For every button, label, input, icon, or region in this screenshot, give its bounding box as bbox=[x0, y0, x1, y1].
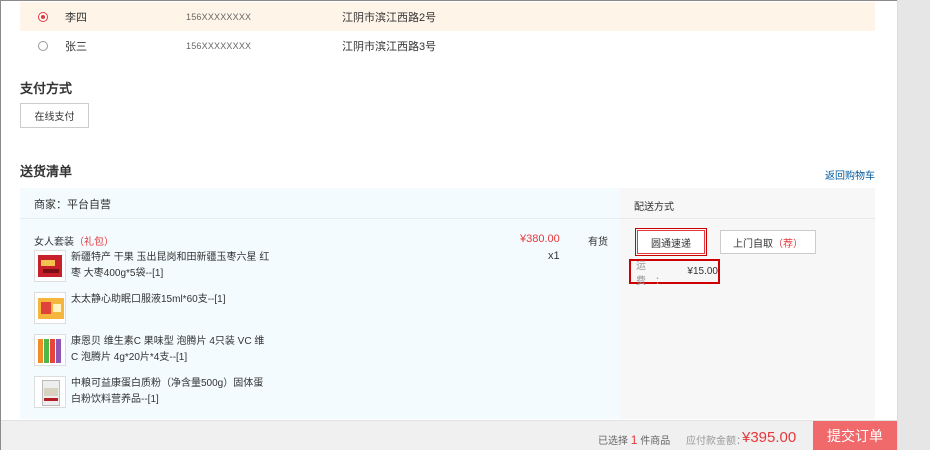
list-item: 太太静心助眠口服液15ml*60支--[1] bbox=[34, 292, 294, 324]
package-stock-status: 有货 bbox=[588, 237, 608, 248]
checkout-bar: 已选择 1 件商品 应付款金额： ¥395.00 提交订单 bbox=[1, 420, 897, 450]
list-item: 新疆特产 干果 玉出昆岗和田新疆玉枣六星 红枣 大枣400g*5袋--[1] bbox=[34, 250, 294, 282]
delivery-items-panel: 商家：平台自营 女人套装（礼包） ¥380.00 x1 有货 新疆特产 干果 玉… bbox=[20, 188, 620, 419]
address-phone: 156XXXXXXXX bbox=[186, 11, 252, 22]
payable-label: 应付款金额： bbox=[686, 436, 746, 447]
product-name[interactable]: 中粮可益康蛋白质粉（净含量500g）固体蛋白粉饮料营养品--[1] bbox=[71, 376, 271, 408]
merchant-label: 商家：平台自营 bbox=[34, 199, 111, 211]
package-name: 女人套装 bbox=[34, 237, 74, 248]
recommend-tag: （荐） bbox=[773, 238, 803, 250]
protein-can-icon[interactable] bbox=[34, 376, 66, 408]
list-item: 中粮可益康蛋白质粉（净含量500g）固体蛋白粉饮料营养品--[1] bbox=[34, 376, 294, 408]
submit-order-button[interactable]: 提交订单 bbox=[813, 421, 897, 450]
selected-prefix: 已选择 bbox=[598, 436, 628, 447]
shipping-method-title: 配送方式 bbox=[634, 202, 674, 213]
product-name[interactable]: 太太静心助眠口服液15ml*60支--[1] bbox=[71, 292, 271, 308]
address-row[interactable]: 李四 156XXXXXXXX 江阴市滨江西路2号 bbox=[20, 2, 875, 31]
selected-suffix: 件商品 bbox=[640, 436, 671, 447]
shipping-fee: 运费： ¥15.00 bbox=[629, 259, 720, 287]
address-phone: 156XXXXXXXX bbox=[186, 40, 252, 51]
express-shipping-option[interactable]: 圆通速递 bbox=[635, 228, 707, 256]
address-detail: 江阴市滨江西路3号 bbox=[342, 40, 437, 53]
divider bbox=[620, 218, 875, 219]
product-name[interactable]: 康恩贝 维生素C 果味型 泡腾片 4只装 VC 维C 泡腾片 4g*20片*4支… bbox=[71, 334, 271, 366]
package-tag: （礼包） bbox=[74, 237, 114, 248]
product-name[interactable]: 新疆特产 干果 玉出昆岗和田新疆玉枣六星 红枣 大枣400g*5袋--[1] bbox=[71, 250, 271, 282]
address-detail: 江阴市滨江西路2号 bbox=[342, 11, 437, 24]
selected-items-info: 已选择 1 件商品 bbox=[598, 432, 670, 447]
self-pickup-option[interactable]: 上门自取 （荐） bbox=[720, 230, 816, 254]
delivery-section-title: 送货清单 bbox=[20, 164, 73, 179]
package-title: 女人套装（礼包） bbox=[34, 233, 114, 248]
scrollbar[interactable] bbox=[897, 0, 930, 450]
divider bbox=[20, 218, 620, 219]
vitamin-tubes-icon[interactable] bbox=[34, 334, 66, 366]
address-row[interactable]: 张三 156XXXXXXXX 江阴市滨江西路3号 bbox=[20, 31, 875, 60]
oral-liquid-box-icon[interactable] bbox=[34, 292, 66, 324]
payment-section-title: 支付方式 bbox=[20, 81, 73, 96]
back-to-cart-link[interactable]: 返回购物车 bbox=[825, 167, 875, 182]
address-name: 张三 bbox=[65, 40, 87, 53]
online-payment-button[interactable]: 在线支付 bbox=[20, 103, 89, 128]
list-item: 康恩贝 维生素C 果味型 泡腾片 4只装 VC 维C 泡腾片 4g*20片*4支… bbox=[34, 334, 294, 366]
payable-total: ¥395.00 bbox=[742, 429, 797, 446]
dates-box-icon[interactable] bbox=[34, 250, 66, 282]
shipping-method-panel: 配送方式 圆通速递 上门自取 （荐） 运费： ¥15.00 bbox=[620, 188, 875, 419]
package-quantity: x1 bbox=[548, 250, 560, 262]
shipping-fee-label: 运费： bbox=[636, 260, 674, 287]
selected-count: 1 bbox=[630, 433, 638, 447]
self-pickup-label: 上门自取 bbox=[733, 238, 773, 250]
address-radio-selected[interactable] bbox=[38, 11, 48, 22]
address-radio[interactable] bbox=[38, 40, 48, 51]
address-name: 李四 bbox=[65, 11, 87, 24]
package-price: ¥380.00 bbox=[520, 233, 560, 245]
shipping-fee-value: ¥15.00 bbox=[687, 266, 718, 277]
